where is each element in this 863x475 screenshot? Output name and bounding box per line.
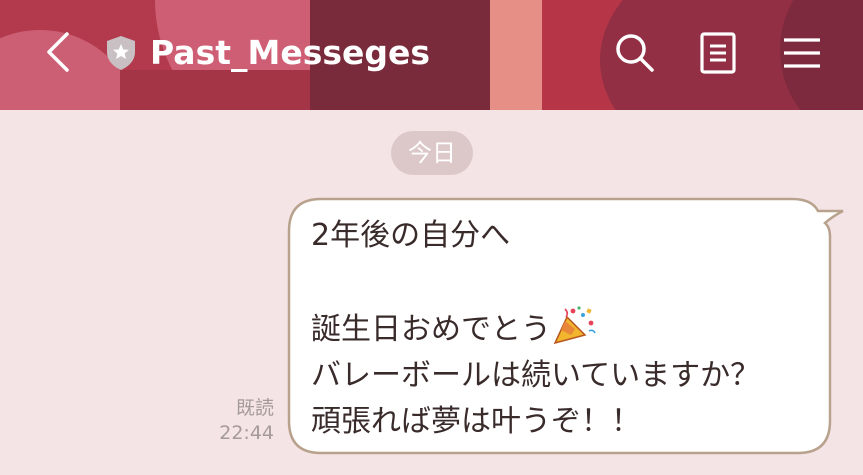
message-line: 頑張れば夢は叶うぞ！！ xyxy=(311,404,641,439)
message-text: 2年後の自分へ 誕生日おめでとう バレーボールは続いていますか？ 頑張れば夢は叶う… xyxy=(311,213,821,445)
date-separator: 今日 xyxy=(391,131,473,175)
message-bubble[interactable]: 2年後の自分へ 誕生日おめでとう バレーボールは続いていますか？ 頑張れば夢は叶う… xyxy=(287,197,847,457)
message-line: 2年後の自分へ xyxy=(311,218,511,253)
shield-star-icon xyxy=(104,34,138,72)
search-button[interactable] xyxy=(610,28,660,78)
message-line xyxy=(311,259,821,305)
message-line: 誕生日おめでとう xyxy=(311,305,821,353)
chevron-left-icon xyxy=(47,32,69,72)
menu-button[interactable] xyxy=(776,28,828,78)
message-time: 22:44 xyxy=(219,422,274,444)
chat-header: Past_Messeges xyxy=(0,0,863,110)
party-popper-icon xyxy=(553,306,596,345)
message-line: バレーボールは続いていますか？ xyxy=(311,358,761,393)
message-line-text: 誕生日おめでとう xyxy=(311,312,551,347)
notes-icon xyxy=(700,32,736,74)
search-icon xyxy=(616,34,654,72)
message-meta: 既読 22:44 xyxy=(200,396,274,446)
notes-button[interactable] xyxy=(693,28,743,78)
header-decoration xyxy=(490,0,542,110)
chat-title: Past_Messeges xyxy=(150,33,431,72)
hamburger-menu-icon xyxy=(784,38,820,68)
read-receipt: 既読 xyxy=(235,397,274,419)
back-button[interactable] xyxy=(36,28,80,76)
